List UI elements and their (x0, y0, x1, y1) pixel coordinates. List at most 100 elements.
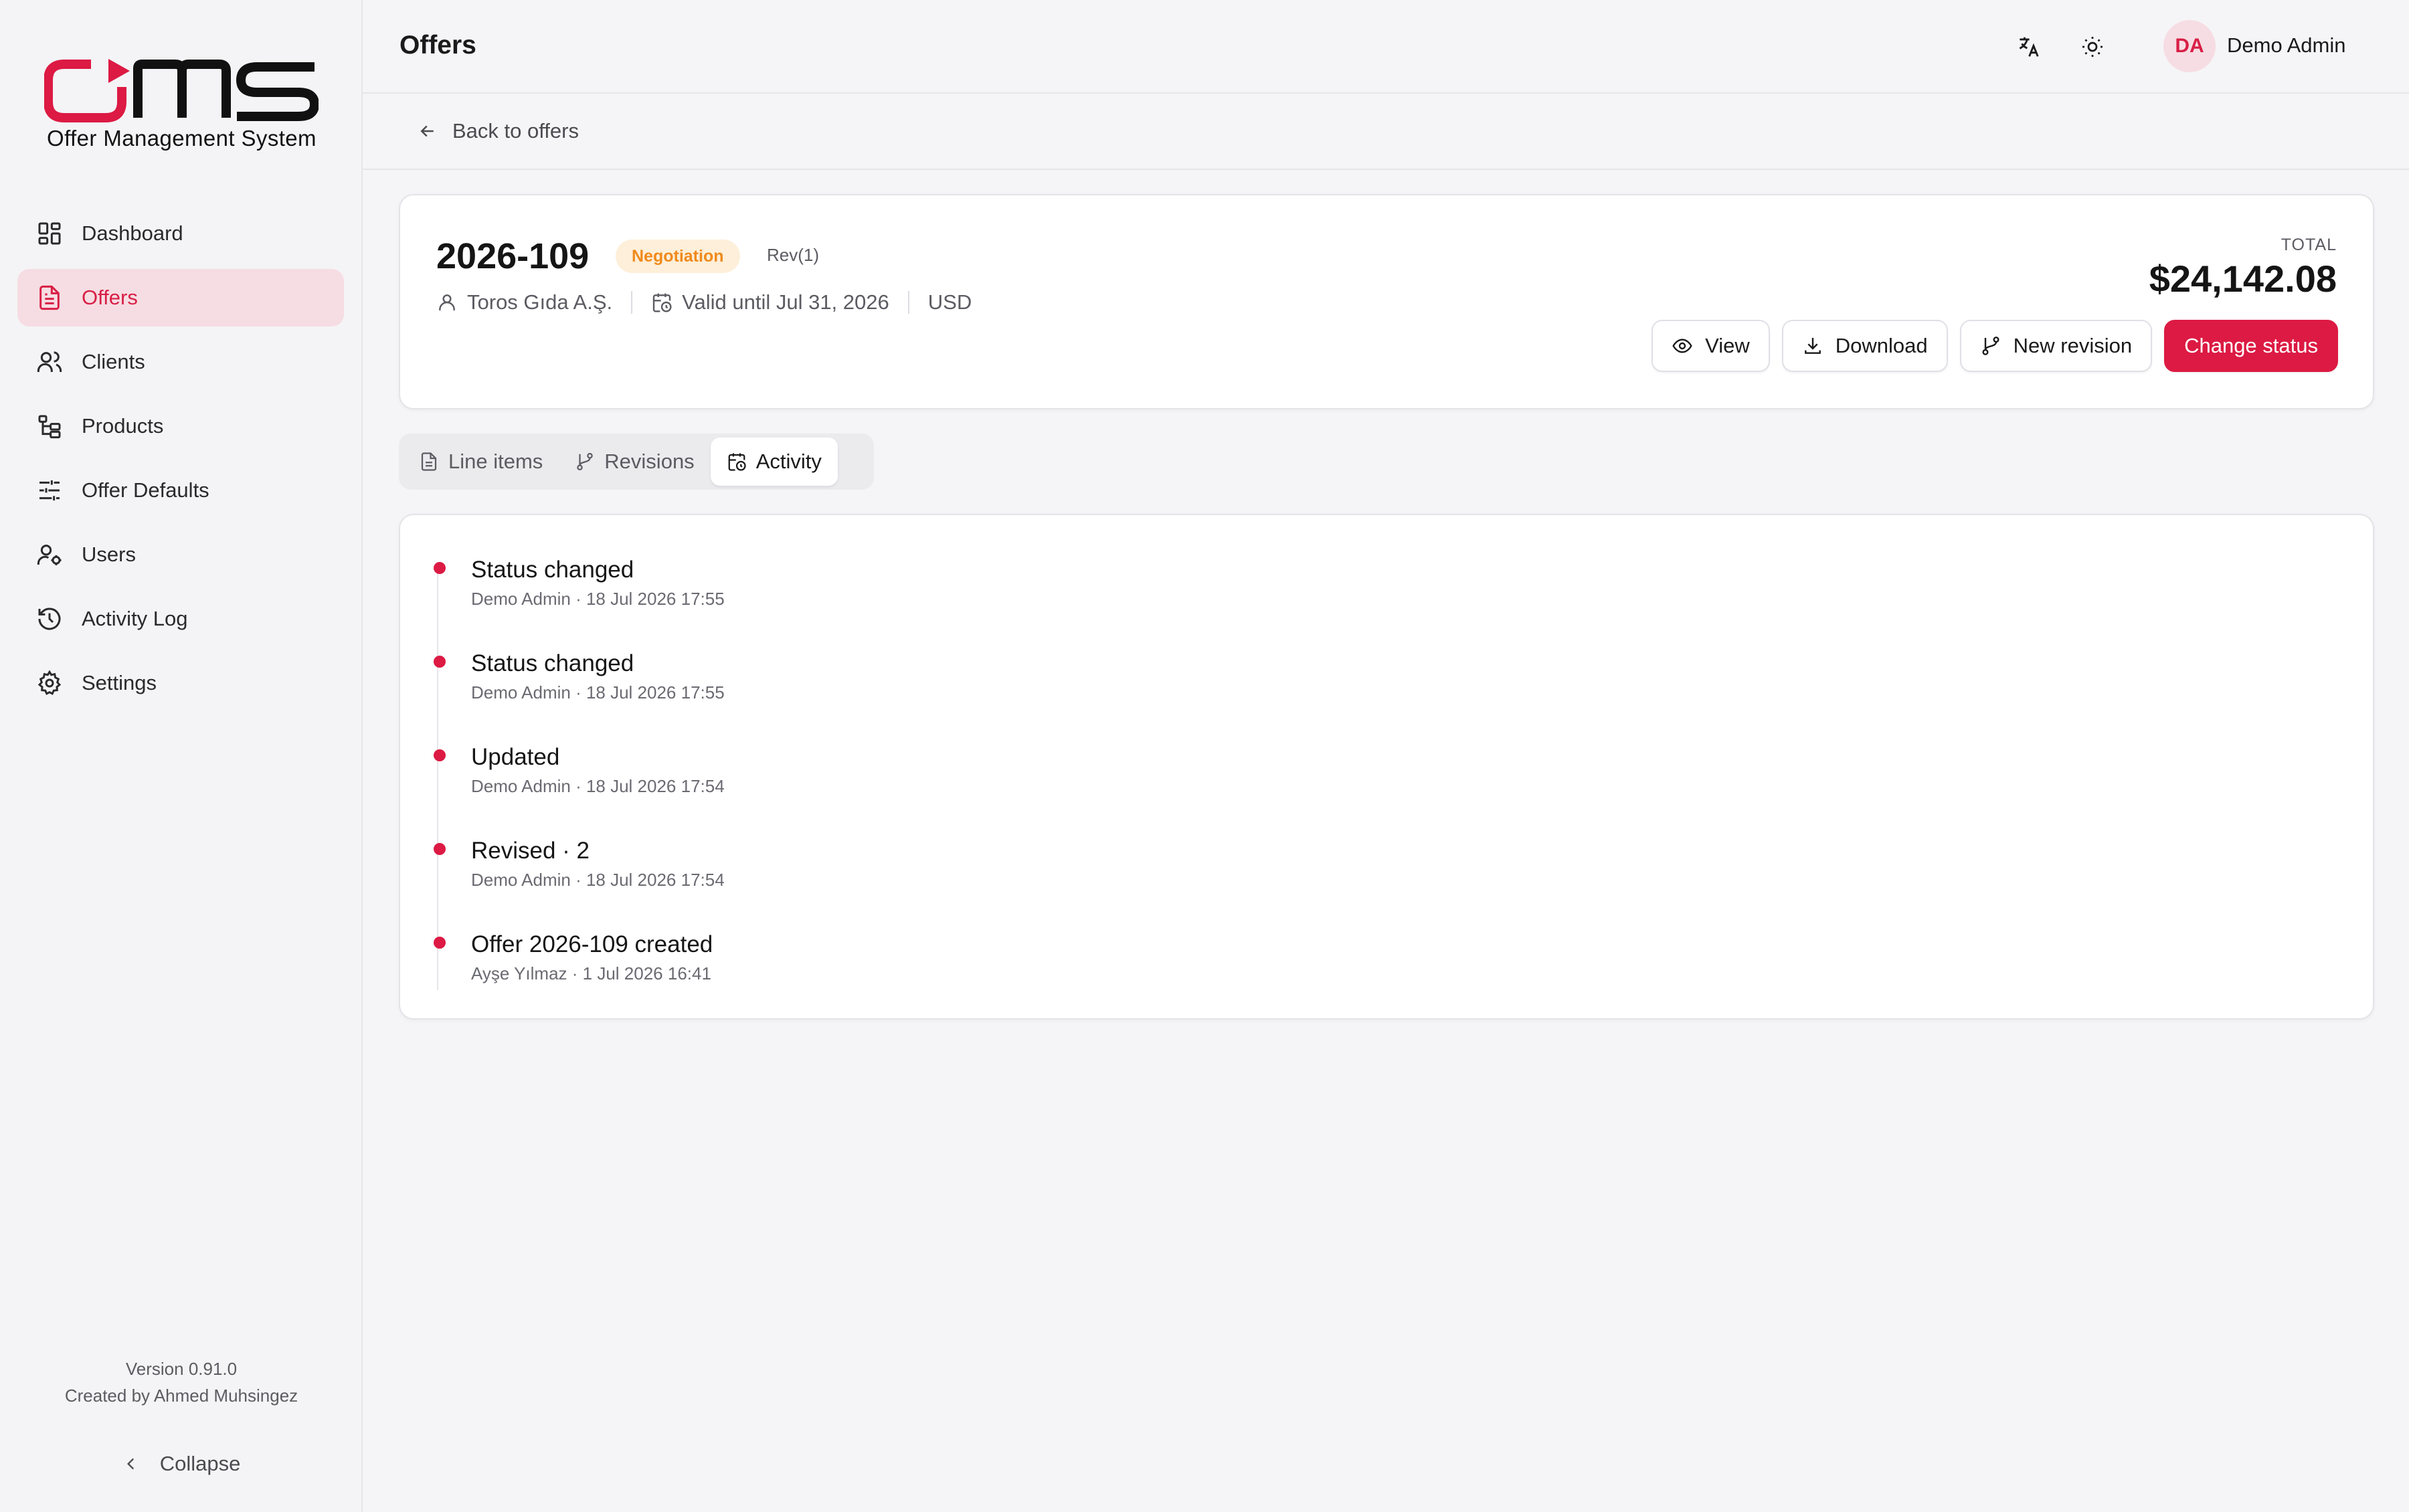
timeline-dot (434, 937, 446, 949)
list-item: Revised · 2 Demo Admin · 18 Jul 2026 17:… (434, 830, 725, 923)
timeline-dot (434, 656, 446, 668)
sidebar-item-offers[interactable]: Offers (17, 269, 344, 326)
logo-tagline: Offer Management System (47, 126, 317, 151)
activity-meta: Demo Admin · 18 Jul 2026 17:55 (471, 589, 725, 609)
sidebar-item-label: Clients (82, 350, 145, 373)
oms-logo-mark (44, 59, 319, 122)
top-header: Offers DA Demo Admin (363, 0, 2409, 94)
view-label: View (1705, 334, 1750, 357)
view-button[interactable]: View (1652, 320, 1770, 372)
breadcrumb-bar: Back to offers (363, 94, 2409, 170)
sidebar-nav: Dashboard Offers Clients Products Offer … (17, 205, 344, 719)
activity-meta: Demo Admin · 18 Jul 2026 17:54 (471, 776, 725, 796)
user-name[interactable]: Demo Admin (2227, 33, 2345, 58)
tab-label: Line items (448, 450, 543, 473)
version-label: Version 0.91.0 (125, 1359, 238, 1379)
list-item: Offer 2026-109 created Ayşe Yılmaz · 1 J… (434, 923, 725, 1017)
sidebar-item-products[interactable]: Products (17, 397, 344, 455)
sidebar-item-label: Offer Defaults (82, 478, 209, 502)
meta-divider (631, 291, 633, 314)
new-revision-label: New revision (2013, 334, 2133, 357)
chevron-left-icon (122, 1455, 140, 1473)
timeline-dot (434, 562, 446, 574)
tab-label: Revisions (604, 450, 695, 473)
change-status-label: Change status (2184, 334, 2318, 357)
hierarchy-icon (35, 411, 64, 441)
activity-title: Offer 2026-109 created (471, 931, 713, 957)
sidebar-item-clients[interactable]: Clients (17, 333, 344, 391)
git-branch-icon (1980, 335, 2001, 357)
back-label: Back to offers (452, 119, 579, 143)
new-revision-button[interactable]: New revision (1959, 320, 2153, 372)
eye-icon (1672, 335, 1693, 357)
change-status-button[interactable]: Change status (2164, 320, 2338, 372)
calendar-clock-icon (651, 292, 673, 313)
revision-label: Rev(1) (767, 245, 820, 265)
user-icon (436, 292, 458, 313)
sun-icon (2080, 35, 2105, 59)
download-icon (1802, 335, 1823, 357)
collapse-label: Collapse (159, 1452, 241, 1475)
sidebar: Offer Management System Dashboard Offers… (0, 0, 363, 1512)
currency: USD (927, 290, 972, 314)
sidebar-item-label: Offers (82, 286, 138, 309)
download-label: Download (1835, 334, 1928, 357)
timeline-dot (434, 749, 446, 761)
arrow-left-icon (418, 121, 438, 141)
sidebar-item-label: Products (82, 414, 164, 438)
list-item: Status changed Demo Admin · 18 Jul 2026 … (434, 642, 725, 736)
theme-toggle-button[interactable] (2075, 29, 2110, 64)
activity-title: Updated (471, 744, 560, 770)
total-label: TOTAL (2281, 235, 2337, 254)
download-button[interactable]: Download (1781, 320, 1948, 372)
activity-meta: Demo Admin · 18 Jul 2026 17:54 (471, 870, 725, 890)
offer-meta: Toros Gıda A.Ş. Valid until Jul 31, 2026… (436, 290, 972, 314)
sidebar-item-settings[interactable]: Settings (17, 654, 344, 712)
sidebar-item-label: Settings (82, 671, 157, 694)
user-cog-icon (35, 540, 64, 569)
tab-label: Activity (755, 450, 822, 473)
tab-revisions[interactable]: Revisions (559, 438, 710, 486)
activity-timeline: Status changed Demo Admin · 18 Jul 2026 … (434, 549, 725, 1017)
activity-title: Status changed (471, 557, 634, 583)
translate-icon (2016, 34, 2041, 60)
meta-divider (907, 291, 909, 314)
credit-label: Created by Ahmed Muhsingez (64, 1386, 298, 1406)
document-icon (419, 452, 439, 472)
gear-icon (35, 668, 64, 698)
history-icon (35, 604, 64, 634)
collapse-button[interactable]: Collapse (0, 1452, 363, 1476)
offer-actions: View Download New revision Change status (1639, 320, 2338, 372)
sidebar-item-label: Activity Log (82, 607, 188, 630)
offer-summary-card: 2026-109 Negotiation Rev(1) Toros Gıda A… (399, 194, 2374, 409)
activity-meta: Ayşe Yılmaz · 1 Jul 2026 16:41 (471, 963, 711, 983)
page-title: Offers (399, 31, 476, 60)
tab-activity[interactable]: Activity (710, 438, 838, 486)
dashboard-icon (35, 219, 64, 248)
timeline-dot (434, 843, 446, 855)
app-logo[interactable]: Offer Management System (44, 55, 319, 155)
avatar[interactable]: DA (2163, 20, 2216, 72)
back-to-offers-link[interactable]: Back to offers (418, 119, 579, 143)
activity-meta: Demo Admin · 18 Jul 2026 17:55 (471, 682, 725, 702)
list-item: Status changed Demo Admin · 18 Jul 2026 … (434, 549, 725, 642)
version-info: Version 0.91.0 Created by Ahmed Muhsinge… (0, 1355, 363, 1409)
sidebar-item-users[interactable]: Users (17, 526, 344, 583)
sidebar-item-dashboard[interactable]: Dashboard (17, 205, 344, 262)
valid-until: Valid until Jul 31, 2026 (682, 290, 889, 314)
total-value: $24,142.08 (2149, 258, 2337, 300)
offer-tabs: Line items Revisions Activity (399, 434, 874, 490)
list-item: Updated Demo Admin · 18 Jul 2026 17:54 (434, 736, 725, 830)
document-icon (35, 283, 64, 312)
sidebar-item-offer-defaults[interactable]: Offer Defaults (17, 462, 344, 519)
calendar-clock-icon (727, 452, 747, 472)
sidebar-item-label: Users (82, 543, 136, 566)
activity-title: Status changed (471, 650, 634, 676)
sliders-icon (35, 476, 64, 505)
offer-number: 2026-109 (436, 236, 590, 276)
sidebar-item-activity-log[interactable]: Activity Log (17, 590, 344, 648)
sidebar-item-label: Dashboard (82, 221, 183, 245)
language-button[interactable] (2011, 29, 2046, 64)
tab-line-items[interactable]: Line items (403, 438, 559, 486)
activity-title: Revised · 2 (471, 838, 590, 864)
